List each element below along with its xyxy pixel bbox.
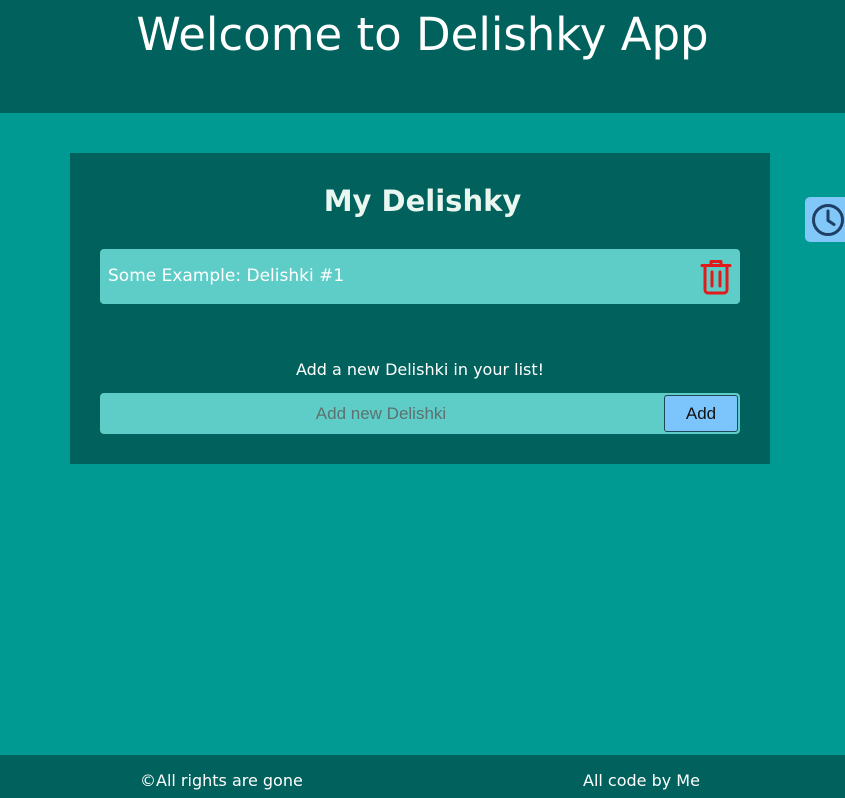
history-button[interactable] [805,197,845,242]
credits-text: All code by Me [583,771,700,790]
app-title: Welcome to Delishky App [136,8,709,61]
app-header: Welcome to Delishky App [0,0,845,113]
trash-icon[interactable] [700,259,732,295]
clock-icon [812,204,844,236]
list-item-label: Some Example: Delishki #1 [108,266,345,286]
card-title: My Delishky [323,184,522,218]
add-form: Add [100,393,740,434]
list-item: Some Example: Delishki #1 [100,249,740,304]
add-prompt: Add a new Delishki in your list! [295,360,545,379]
new-delishki-input[interactable] [100,393,662,434]
add-button[interactable]: Add [664,395,738,432]
copyright-text: ©All rights are gone [140,771,303,790]
app-footer: ©All rights are gone All code by Me [0,755,845,798]
